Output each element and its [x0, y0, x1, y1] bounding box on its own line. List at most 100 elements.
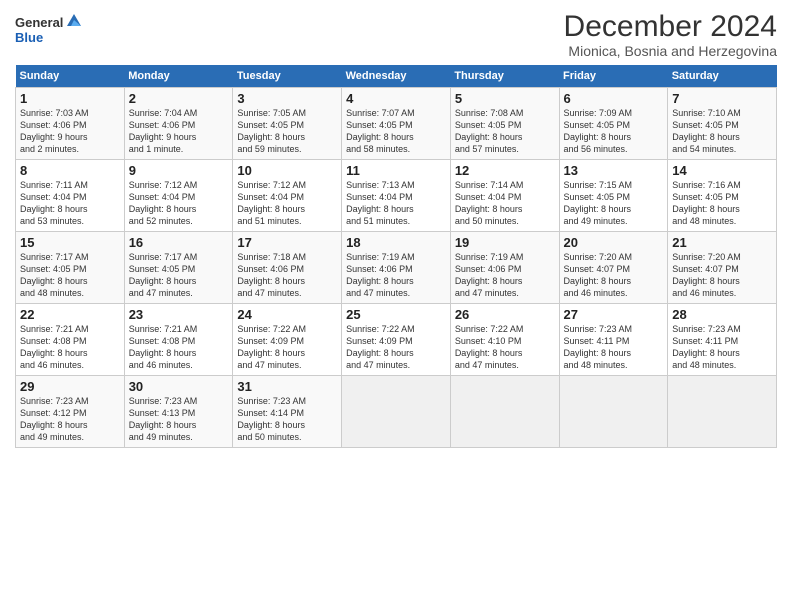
day-info: Sunrise: 7:17 AM Sunset: 4:05 PM Dayligh…	[129, 251, 229, 300]
subtitle: Mionica, Bosnia and Herzegovina	[564, 43, 777, 59]
day-number: 14	[672, 163, 772, 178]
day-number: 16	[129, 235, 229, 250]
day-number: 5	[455, 91, 555, 106]
day-info: Sunrise: 7:04 AM Sunset: 4:06 PM Dayligh…	[129, 107, 229, 156]
day-number: 28	[672, 307, 772, 322]
calendar-cell: 8Sunrise: 7:11 AM Sunset: 4:04 PM Daylig…	[16, 160, 125, 232]
day-number: 20	[564, 235, 664, 250]
day-number: 19	[455, 235, 555, 250]
day-info: Sunrise: 7:18 AM Sunset: 4:06 PM Dayligh…	[237, 251, 337, 300]
calendar-table: SundayMondayTuesdayWednesdayThursdayFrid…	[15, 65, 777, 448]
calendar-cell: 20Sunrise: 7:20 AM Sunset: 4:07 PM Dayli…	[559, 232, 668, 304]
calendar-cell	[450, 376, 559, 448]
day-number: 22	[20, 307, 120, 322]
calendar-cell: 19Sunrise: 7:19 AM Sunset: 4:06 PM Dayli…	[450, 232, 559, 304]
logo-general: General	[15, 15, 63, 30]
week-row-1: 1Sunrise: 7:03 AM Sunset: 4:06 PM Daylig…	[16, 88, 777, 160]
calendar-cell: 21Sunrise: 7:20 AM Sunset: 4:07 PM Dayli…	[668, 232, 777, 304]
day-number: 6	[564, 91, 664, 106]
day-number: 8	[20, 163, 120, 178]
calendar-cell: 2Sunrise: 7:04 AM Sunset: 4:06 PM Daylig…	[124, 88, 233, 160]
day-info: Sunrise: 7:14 AM Sunset: 4:04 PM Dayligh…	[455, 179, 555, 228]
day-info: Sunrise: 7:22 AM Sunset: 4:09 PM Dayligh…	[237, 323, 337, 372]
week-row-4: 22Sunrise: 7:21 AM Sunset: 4:08 PM Dayli…	[16, 304, 777, 376]
day-info: Sunrise: 7:22 AM Sunset: 4:09 PM Dayligh…	[346, 323, 446, 372]
header-cell-wednesday: Wednesday	[342, 65, 451, 88]
calendar-cell: 10Sunrise: 7:12 AM Sunset: 4:04 PM Dayli…	[233, 160, 342, 232]
day-number: 23	[129, 307, 229, 322]
day-number: 9	[129, 163, 229, 178]
day-number: 27	[564, 307, 664, 322]
day-info: Sunrise: 7:20 AM Sunset: 4:07 PM Dayligh…	[672, 251, 772, 300]
day-info: Sunrise: 7:23 AM Sunset: 4:14 PM Dayligh…	[237, 395, 337, 444]
calendar-cell: 13Sunrise: 7:15 AM Sunset: 4:05 PM Dayli…	[559, 160, 668, 232]
day-number: 24	[237, 307, 337, 322]
day-number: 31	[237, 379, 337, 394]
calendar-cell: 11Sunrise: 7:13 AM Sunset: 4:04 PM Dayli…	[342, 160, 451, 232]
day-info: Sunrise: 7:19 AM Sunset: 4:06 PM Dayligh…	[455, 251, 555, 300]
calendar-cell: 5Sunrise: 7:08 AM Sunset: 4:05 PM Daylig…	[450, 88, 559, 160]
calendar-cell: 16Sunrise: 7:17 AM Sunset: 4:05 PM Dayli…	[124, 232, 233, 304]
calendar-cell: 29Sunrise: 7:23 AM Sunset: 4:12 PM Dayli…	[16, 376, 125, 448]
calendar-cell: 28Sunrise: 7:23 AM Sunset: 4:11 PM Dayli…	[668, 304, 777, 376]
day-number: 15	[20, 235, 120, 250]
day-info: Sunrise: 7:09 AM Sunset: 4:05 PM Dayligh…	[564, 107, 664, 156]
calendar-cell: 3Sunrise: 7:05 AM Sunset: 4:05 PM Daylig…	[233, 88, 342, 160]
day-info: Sunrise: 7:21 AM Sunset: 4:08 PM Dayligh…	[20, 323, 120, 372]
day-info: Sunrise: 7:20 AM Sunset: 4:07 PM Dayligh…	[564, 251, 664, 300]
calendar-cell: 24Sunrise: 7:22 AM Sunset: 4:09 PM Dayli…	[233, 304, 342, 376]
day-number: 26	[455, 307, 555, 322]
header-cell-thursday: Thursday	[450, 65, 559, 88]
day-info: Sunrise: 7:19 AM Sunset: 4:06 PM Dayligh…	[346, 251, 446, 300]
day-number: 30	[129, 379, 229, 394]
day-number: 1	[20, 91, 120, 106]
logo-icon	[65, 12, 83, 30]
calendar-cell: 4Sunrise: 7:07 AM Sunset: 4:05 PM Daylig…	[342, 88, 451, 160]
calendar-cell: 14Sunrise: 7:16 AM Sunset: 4:05 PM Dayli…	[668, 160, 777, 232]
header: General Blue December 2024 Mionica, Bosn…	[15, 10, 777, 59]
week-row-2: 8Sunrise: 7:11 AM Sunset: 4:04 PM Daylig…	[16, 160, 777, 232]
day-number: 4	[346, 91, 446, 106]
day-number: 13	[564, 163, 664, 178]
logo: General Blue	[15, 10, 83, 45]
calendar-cell: 23Sunrise: 7:21 AM Sunset: 4:08 PM Dayli…	[124, 304, 233, 376]
day-info: Sunrise: 7:23 AM Sunset: 4:11 PM Dayligh…	[672, 323, 772, 372]
header-cell-saturday: Saturday	[668, 65, 777, 88]
day-info: Sunrise: 7:16 AM Sunset: 4:05 PM Dayligh…	[672, 179, 772, 228]
logo-blue: Blue	[15, 30, 43, 45]
calendar-cell: 6Sunrise: 7:09 AM Sunset: 4:05 PM Daylig…	[559, 88, 668, 160]
calendar-cell: 18Sunrise: 7:19 AM Sunset: 4:06 PM Dayli…	[342, 232, 451, 304]
day-info: Sunrise: 7:11 AM Sunset: 4:04 PM Dayligh…	[20, 179, 120, 228]
calendar-cell: 7Sunrise: 7:10 AM Sunset: 4:05 PM Daylig…	[668, 88, 777, 160]
calendar-cell: 26Sunrise: 7:22 AM Sunset: 4:10 PM Dayli…	[450, 304, 559, 376]
week-row-3: 15 Sunrise: 7:17 AM Sunset: 4:05 PM Dayli…	[16, 232, 777, 304]
calendar-cell: 12Sunrise: 7:14 AM Sunset: 4:04 PM Dayli…	[450, 160, 559, 232]
calendar-cell	[668, 376, 777, 448]
main-title: December 2024	[564, 10, 777, 43]
day-number: 3	[237, 91, 337, 106]
calendar-cell: 27Sunrise: 7:23 AM Sunset: 4:11 PM Dayli…	[559, 304, 668, 376]
day-info: Sunrise: 7:07 AM Sunset: 4:05 PM Dayligh…	[346, 107, 446, 156]
day-number: 21	[672, 235, 772, 250]
day-number: 25	[346, 307, 446, 322]
day-info: Sunrise: 7:08 AM Sunset: 4:05 PM Dayligh…	[455, 107, 555, 156]
header-cell-monday: Monday	[124, 65, 233, 88]
title-area: December 2024 Mionica, Bosnia and Herzeg…	[564, 10, 777, 59]
header-row: SundayMondayTuesdayWednesdayThursdayFrid…	[16, 65, 777, 88]
calendar-cell: 15Sunrise: 7:17 AM Sunset: 4:05 PM Dayli…	[16, 232, 125, 304]
day-info: Sunrise: 7:15 AM Sunset: 4:05 PM Dayligh…	[564, 179, 664, 228]
day-number: 17	[237, 235, 337, 250]
day-number: 12	[455, 163, 555, 178]
header-cell-tuesday: Tuesday	[233, 65, 342, 88]
calendar-cell: 1Sunrise: 7:03 AM Sunset: 4:06 PM Daylig…	[16, 88, 125, 160]
day-info: Sunrise: 7:12 AM Sunset: 4:04 PM Dayligh…	[129, 179, 229, 228]
day-info: Sunrise: 7:23 AM Sunset: 4:11 PM Dayligh…	[564, 323, 664, 372]
day-info: Sunrise: 7:22 AM Sunset: 4:10 PM Dayligh…	[455, 323, 555, 372]
day-info: Sunrise: 7:21 AM Sunset: 4:08 PM Dayligh…	[129, 323, 229, 372]
day-number: 11	[346, 163, 446, 178]
day-info: Sunrise: 7:05 AM Sunset: 4:05 PM Dayligh…	[237, 107, 337, 156]
day-number: 29	[20, 379, 120, 394]
calendar-cell: 17Sunrise: 7:18 AM Sunset: 4:06 PM Dayli…	[233, 232, 342, 304]
day-info: Sunrise: 7:23 AM Sunset: 4:12 PM Dayligh…	[20, 395, 120, 444]
day-number: 2	[129, 91, 229, 106]
